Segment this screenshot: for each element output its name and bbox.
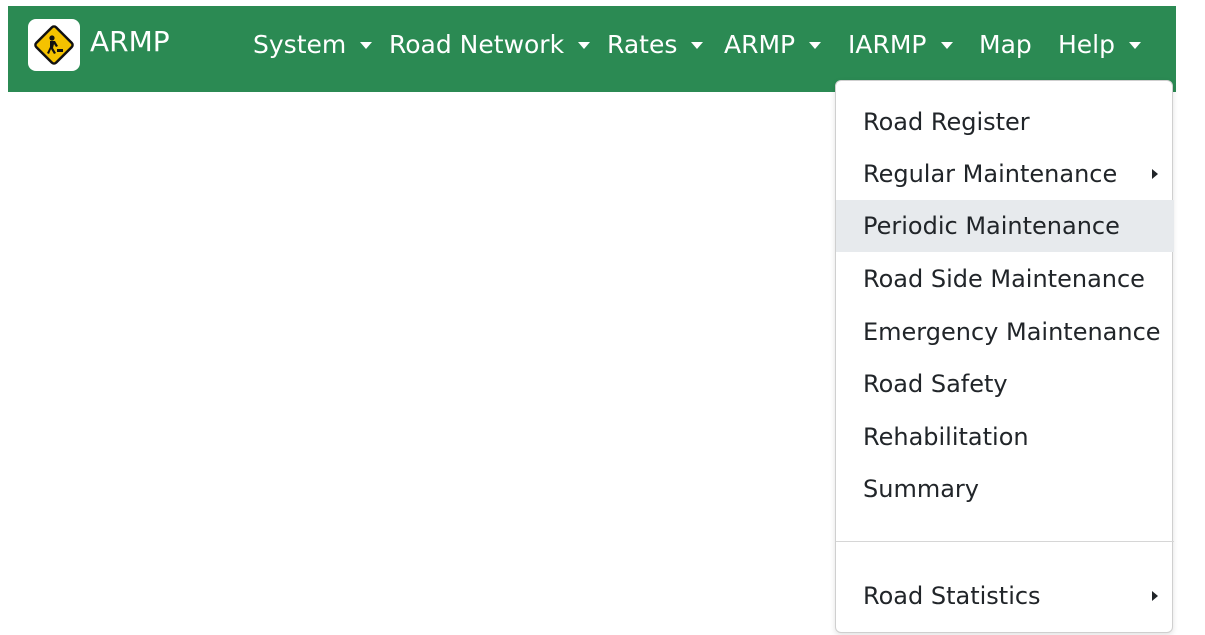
nav-rates-label: Rates: [607, 29, 678, 59]
brand-link[interactable]: ARMP: [28, 19, 170, 71]
caret-down-icon: [360, 41, 373, 49]
menu-item-label: Road Statistics: [863, 582, 1041, 610]
menu-item-road-statistics[interactable]: Road Statistics: [836, 570, 1174, 622]
nav-rates[interactable]: Rates: [607, 26, 704, 62]
nav-map[interactable]: Map: [979, 26, 1032, 62]
nav-help-label: Help: [1058, 29, 1115, 59]
caret-down-icon: [578, 41, 591, 49]
menu-item-label: Emergency Maintenance: [863, 318, 1161, 346]
menu-item-label: Road Register: [863, 108, 1030, 136]
caret-down-icon: [809, 41, 822, 49]
nav-road-network[interactable]: Road Network: [389, 26, 591, 62]
menu-item-periodic-maintenance[interactable]: Periodic Maintenance: [836, 200, 1174, 252]
menu-item-summary[interactable]: Summary: [836, 463, 1174, 515]
caret-right-icon: [1152, 591, 1158, 601]
nav-road-network-label: Road Network: [389, 29, 565, 59]
menu-item-label: Road Safety: [863, 370, 1008, 398]
nav-iarmp-label: IARMP: [848, 29, 927, 59]
nav-system[interactable]: System: [253, 26, 373, 62]
menu-item-road-register[interactable]: Road Register: [836, 96, 1174, 148]
menu-item-road-safety[interactable]: Road Safety: [836, 358, 1174, 410]
iarmp-dropdown-menu: Road Register Regular Maintenance Period…: [835, 80, 1174, 633]
menu-item-label: Rehabilitation: [863, 423, 1029, 451]
caret-down-icon: [691, 41, 704, 49]
menu-item-label: Regular Maintenance: [863, 160, 1118, 188]
caret-down-icon: [1129, 41, 1141, 49]
menu-item-label: Summary: [863, 475, 979, 503]
nav-system-label: System: [253, 29, 347, 59]
menu-item-label: Road Side Maintenance: [863, 265, 1145, 293]
caret-down-icon: [940, 41, 953, 49]
nav-map-label: Map: [979, 29, 1032, 59]
nav-help[interactable]: Help: [1058, 26, 1141, 62]
menu-item-rehabilitation[interactable]: Rehabilitation: [836, 411, 1174, 463]
menu-item-road-side-maintenance[interactable]: Road Side Maintenance: [836, 253, 1174, 305]
nav-iarmp[interactable]: IARMP: [848, 26, 953, 62]
caret-right-icon: [1152, 169, 1158, 179]
menu-divider: [836, 541, 1174, 542]
road-work-sign-icon: [28, 19, 80, 71]
menu-item-label: Periodic Maintenance: [863, 212, 1120, 240]
nav-armp-label: ARMP: [724, 29, 796, 59]
brand-title: ARMP: [90, 24, 170, 58]
nav-armp[interactable]: ARMP: [724, 26, 822, 62]
menu-item-emergency-maintenance[interactable]: Emergency Maintenance: [836, 306, 1174, 358]
menu-item-regular-maintenance[interactable]: Regular Maintenance: [836, 148, 1174, 200]
